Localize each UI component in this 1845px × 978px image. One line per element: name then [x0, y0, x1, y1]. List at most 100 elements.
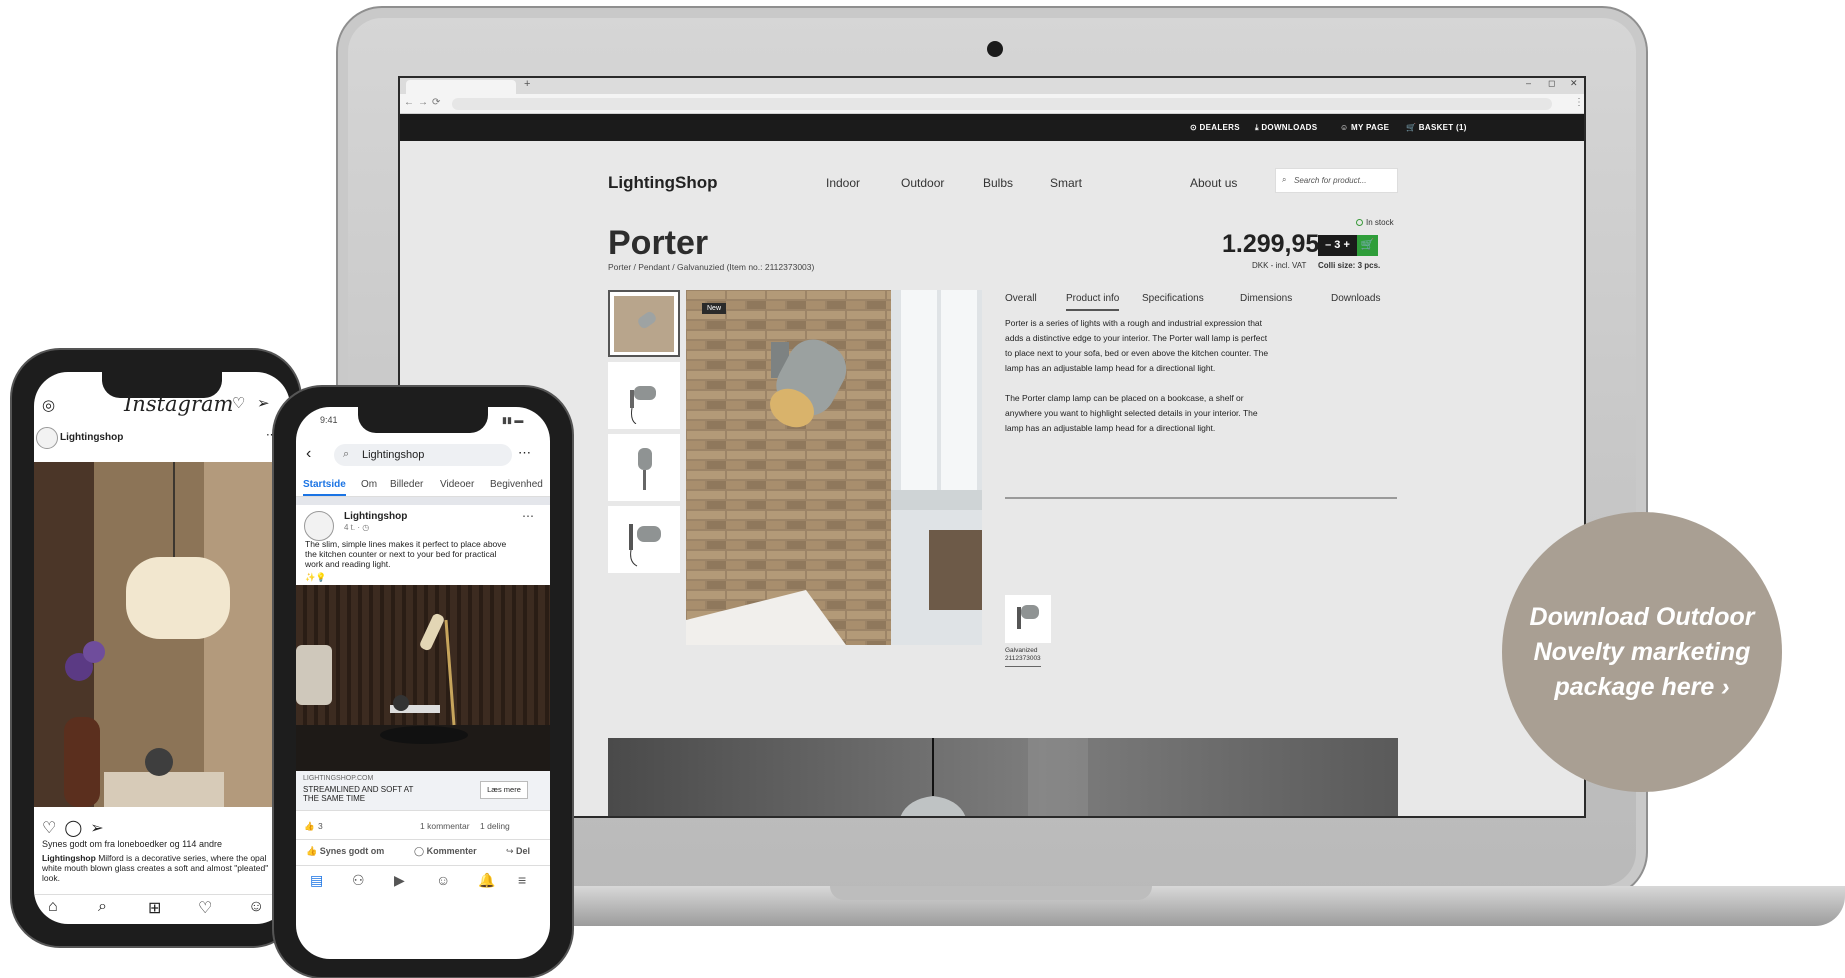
pin-icon: ⊙	[1190, 123, 1200, 132]
thumbnail-1[interactable]	[608, 290, 680, 357]
download-package-button[interactable]: Download Outdoor Novelty marketing packa…	[1502, 512, 1782, 792]
user-icon: ☺	[1340, 123, 1351, 132]
like-reaction-icon: 👍	[304, 821, 315, 831]
camera-icon[interactable]: ◎	[42, 396, 55, 414]
likes-text: Synes godt om fra loneboedker og 114 and…	[42, 839, 222, 849]
facebook-bottom-nav: ▤ ⚇ ▶ ☺ 🔔 ≡	[296, 865, 550, 895]
news-feed-icon[interactable]: ▤	[310, 872, 323, 889]
post-more-icon[interactable]: ⋯	[522, 509, 534, 523]
nav-bulbs[interactable]: Bulbs	[983, 176, 1013, 190]
nav-about-us[interactable]: About us	[1190, 176, 1237, 190]
page-name[interactable]: Lightingshop	[344, 511, 407, 522]
product-main-image[interactable]: New	[686, 290, 982, 645]
quantity-stepper[interactable]: – 3 +	[1318, 235, 1357, 256]
tab-dimensions[interactable]: Dimensions	[1240, 293, 1292, 304]
notifications-icon[interactable]: 🔔	[478, 872, 495, 889]
tab-billeder[interactable]: Billeder	[390, 479, 423, 490]
variant-swatch[interactable]	[1005, 595, 1051, 643]
restore-button[interactable]: ◻	[1548, 78, 1555, 89]
comment-button[interactable]: ◯ Kommenter	[414, 846, 477, 857]
new-badge: New	[702, 303, 727, 314]
search-icon[interactable]: ⌕	[98, 898, 107, 916]
post-username[interactable]: Lightingshop	[60, 432, 123, 443]
thumbnail-4[interactable]	[608, 506, 680, 573]
new-tab-button[interactable]: +	[524, 78, 530, 90]
more-options-icon[interactable]: ⋯	[518, 445, 531, 461]
nav-outdoor[interactable]: Outdoor	[901, 176, 944, 190]
create-icon[interactable]: ⊞	[148, 898, 161, 918]
profile-icon[interactable]: ☺	[248, 898, 264, 916]
search-input[interactable]: ⌕ Lightingshop	[334, 444, 512, 466]
colli-size: Colli size: 3 pcs.	[1318, 261, 1381, 270]
share-icon[interactable]: ➢	[90, 820, 111, 837]
home-icon[interactable]: ⌂	[48, 898, 58, 916]
post-meta: 4 t. · ◷	[344, 523, 370, 532]
tab-overall[interactable]: Overall	[1005, 293, 1037, 304]
back-arrow-icon[interactable]: ‹	[306, 445, 311, 463]
tab-downloads[interactable]: Downloads	[1331, 293, 1380, 304]
section-divider	[1005, 497, 1397, 499]
avatar[interactable]	[304, 511, 334, 541]
read-more-button[interactable]: Læs mere	[480, 781, 528, 799]
facebook-post-image[interactable]	[296, 585, 550, 771]
comment-count[interactable]: 1 kommentar	[420, 821, 470, 831]
activity-icon[interactable]: ♡	[232, 394, 245, 412]
facebook-screen: 9:41 ▮▮ ▬ ‹ ⌕ Lightingshop ⋯ Startside O…	[296, 407, 550, 959]
nav-indoor[interactable]: Indoor	[826, 176, 860, 190]
link-preview[interactable]: LIGHTINGSHOP.COM STREAMLINED AND SOFT AT…	[296, 771, 550, 811]
share-count[interactable]: 1 deling	[480, 821, 510, 831]
add-to-cart-button[interactable]: 🛒	[1357, 235, 1378, 256]
table-lamp-photo	[296, 613, 550, 771]
instagram-logo: Instagram	[124, 392, 234, 416]
thumbnail-2[interactable]	[608, 362, 680, 429]
browser-menu-icon[interactable]: ⋮	[1574, 97, 1584, 108]
url-field[interactable]	[452, 98, 1552, 110]
like-button[interactable]: 👍 Synes godt om	[306, 846, 384, 857]
description-paragraph: The Porter clamp lamp can be placed on a…	[1005, 393, 1258, 433]
lamp-thumbnail-image	[630, 385, 656, 424]
variant-caption: Galvanized 2112373003	[1005, 647, 1041, 667]
product-price: 1.299,95	[1222, 230, 1320, 258]
tab-specifications[interactable]: Specifications	[1142, 293, 1204, 304]
description-paragraph: Porter is a series of lights with a roug…	[1005, 318, 1269, 373]
thumbnail-3[interactable]	[608, 434, 680, 501]
dealers-link[interactable]: ⊙ DEALERS	[1190, 123, 1240, 132]
post-actions: ♡◯➢	[42, 818, 112, 838]
forward-icon[interactable]: →	[418, 97, 428, 108]
close-button[interactable]: ✕	[1570, 78, 1578, 89]
link-title: STREAMLINED AND SOFT AT THE SAME TIME	[303, 785, 414, 803]
my-page-link[interactable]: ☺ MY PAGE	[1340, 123, 1389, 132]
laptop-camera	[987, 41, 1003, 57]
basket-link[interactable]: 🛒 BASKET (1)	[1406, 123, 1467, 132]
direct-message-icon[interactable]: ➢	[257, 394, 270, 412]
post-actions: 👍 Synes godt om ◯ Kommenter ↪ Del	[296, 839, 550, 863]
tab-begivenheder[interactable]: Begivenhed	[490, 479, 543, 490]
tab-om[interactable]: Om	[361, 479, 377, 490]
reload-icon[interactable]: ⟳	[432, 97, 440, 108]
back-icon[interactable]: ←	[404, 97, 414, 108]
downloads-link[interactable]: ⤓ DOWNLOADS	[1255, 123, 1317, 133]
like-icon[interactable]: ♡	[42, 820, 64, 837]
nav-smart[interactable]: Smart	[1050, 176, 1082, 190]
search-input[interactable]: ⌕ Search for product...	[1275, 168, 1398, 193]
profile-icon[interactable]: ☺	[436, 872, 450, 888]
lifestyle-banner	[608, 738, 1398, 816]
avatar[interactable]	[36, 427, 58, 449]
pendant-lamp-image	[900, 738, 1088, 816]
instagram-post-image[interactable]	[34, 462, 290, 807]
friends-icon[interactable]: ⚇	[352, 872, 365, 889]
tab-startside[interactable]: Startside	[303, 479, 346, 496]
comment-icon[interactable]: ◯	[64, 820, 90, 837]
tab-videoer[interactable]: Videoer	[440, 479, 474, 490]
site-logo[interactable]: LightingShop	[608, 173, 718, 193]
minimize-button[interactable]: –	[1526, 78, 1531, 88]
share-button[interactable]: ↪ Del	[506, 846, 530, 857]
browser-tab[interactable]	[406, 80, 516, 94]
menu-icon[interactable]: ≡	[518, 872, 526, 888]
search-icon: ⌕	[343, 448, 350, 460]
tab-product-info[interactable]: Product info	[1066, 293, 1120, 311]
heart-icon[interactable]: ♡	[198, 898, 212, 918]
watch-icon[interactable]: ▶	[394, 872, 405, 889]
pendant-lamp-photo	[34, 462, 290, 807]
reaction-count[interactable]: 3	[318, 821, 323, 831]
